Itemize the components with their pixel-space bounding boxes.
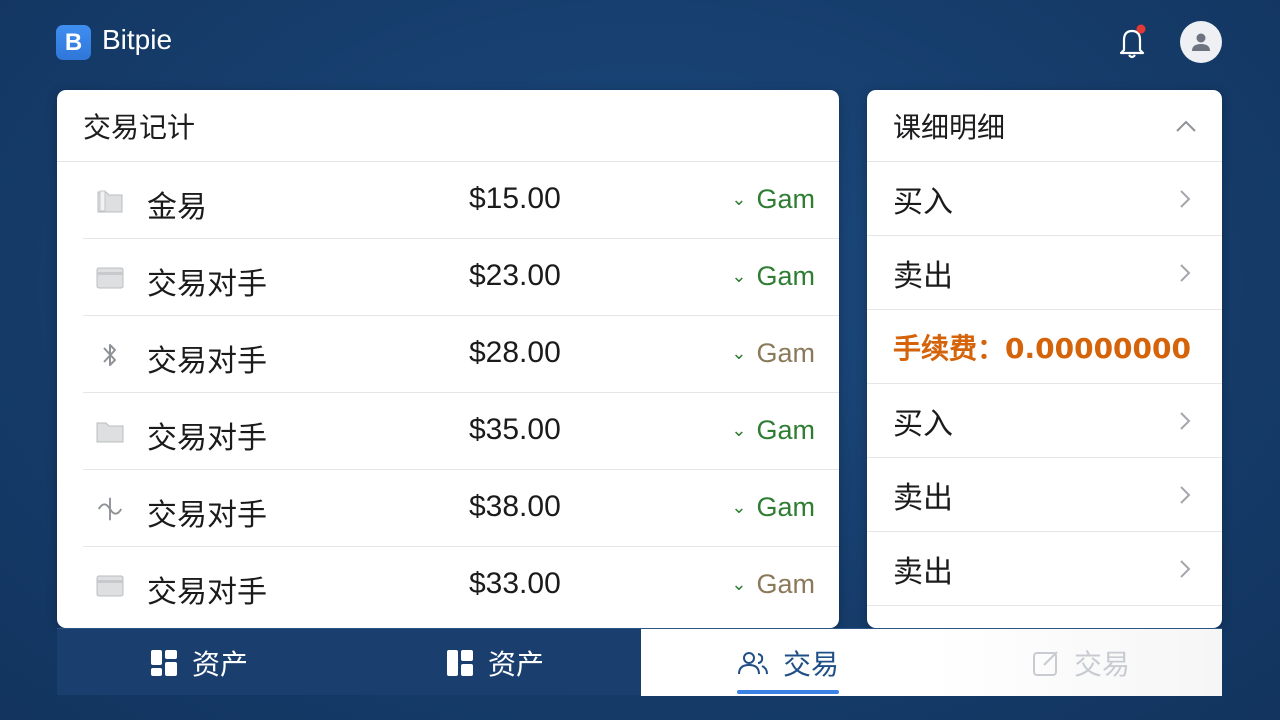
status-label: Gam	[756, 492, 815, 522]
user-avatar-icon[interactable]	[1180, 21, 1222, 63]
fee-row: 手续费：0.00000000	[867, 310, 1222, 384]
transaction-row[interactable]: 金易 $15.00 ⌄ Gam	[83, 162, 839, 239]
detail-row-sell[interactable]: 卖出	[867, 532, 1222, 606]
folder-icon	[95, 186, 125, 216]
chevron-down-icon: ⌄	[731, 189, 747, 209]
chevron-right-icon	[1180, 560, 1191, 578]
chevron-down-icon: ⌄	[731, 266, 747, 286]
status-label: Gam	[756, 338, 815, 368]
app-title: Bitpie	[102, 24, 173, 55]
bottom-nav: 资产 资产 交易 交易	[57, 628, 1222, 696]
bell-icon[interactable]	[1116, 24, 1148, 60]
chevron-down-icon: ⌄	[731, 343, 747, 363]
layout-icon	[447, 649, 473, 676]
transaction-status[interactable]: ⌄ Gam	[731, 415, 815, 446]
chevron-down-icon: ⌄	[731, 420, 747, 440]
top-bar: B Bitpie	[0, 0, 1280, 88]
counterparty-name: 交易对手	[147, 421, 267, 456]
detail-label: 卖出	[893, 480, 953, 516]
nav-trade-secondary[interactable]: 交易	[932, 629, 1222, 696]
transaction-row[interactable]: 交易对手 $35.00 ⌄ Gam	[83, 393, 839, 470]
chevron-down-icon: ⌄	[731, 497, 747, 517]
transactions-card: 交易记计 金易 $15.00 ⌄ Gam 交易对手 $23.00 ⌄ Gam 交…	[57, 90, 839, 628]
counterparty-name: 交易对手	[147, 267, 267, 302]
transaction-row[interactable]: 交易对手 $33.00 ⌄ Gam	[83, 547, 839, 624]
status-label: Gam	[756, 184, 815, 214]
detail-row-buy[interactable]: 买入	[867, 384, 1222, 458]
transaction-status[interactable]: ⌄ Gam	[731, 261, 815, 292]
users-icon	[738, 651, 768, 674]
transaction-status[interactable]: ⌄ Gam	[731, 184, 815, 215]
nav-assets[interactable]: 资产	[150, 629, 248, 696]
transaction-amount: $15.00	[469, 182, 561, 215]
active-tab-indicator	[737, 690, 839, 694]
nav-trade-active[interactable]: 交易	[641, 629, 932, 696]
nav-label: 交易	[1074, 647, 1131, 681]
app-logo[interactable]: B	[56, 25, 91, 60]
chevron-right-icon	[1180, 190, 1191, 208]
antenna-icon	[95, 494, 125, 524]
logo-letter: B	[64, 28, 83, 56]
transaction-amount: $28.00	[469, 336, 561, 369]
counterparty-name: 交易对手	[147, 344, 267, 379]
nav-label: 资产	[488, 647, 545, 681]
transactions-title: 交易记计	[57, 90, 839, 162]
transaction-amount: $23.00	[469, 259, 561, 292]
nav-label: 资产	[192, 647, 249, 681]
transaction-row[interactable]: 交易对手 $23.00 ⌄ Gam	[83, 239, 839, 316]
edit-icon	[1033, 650, 1058, 676]
status-label: Gam	[756, 261, 815, 291]
nav-label: 交易	[783, 647, 840, 681]
detail-row-sell[interactable]: 卖出	[867, 236, 1222, 310]
folder-icon	[95, 417, 125, 447]
transaction-status[interactable]: ⌄ Gam	[731, 569, 815, 600]
bluetooth-icon	[95, 340, 125, 370]
details-title: 课细明细	[893, 110, 1006, 144]
card-icon	[95, 571, 125, 601]
counterparty-name: 交易对手	[147, 498, 267, 533]
transaction-amount: $38.00	[469, 490, 561, 523]
details-card: 课细明细 买入 卖出 手续费：0.00000000 买入 卖出 卖出	[867, 90, 1222, 628]
transaction-status[interactable]: ⌄ Gam	[731, 338, 815, 369]
status-label: Gam	[756, 415, 815, 445]
counterparty-name: 金易	[147, 190, 207, 225]
counterparty-name: 交易对手	[147, 575, 267, 610]
fee-label: 手续费：0.00000000	[893, 331, 1191, 365]
detail-label: 卖出	[893, 554, 953, 590]
chevron-right-icon	[1180, 486, 1191, 504]
detail-row-buy[interactable]: 买入	[867, 162, 1222, 236]
transaction-status[interactable]: ⌄ Gam	[731, 492, 815, 523]
transaction-amount: $33.00	[469, 567, 561, 600]
transaction-row[interactable]: 交易对手 $38.00 ⌄ Gam	[83, 470, 839, 547]
transaction-row[interactable]: 交易对手 $28.00 ⌄ Gam	[83, 316, 839, 393]
chevron-up-icon[interactable]	[1174, 114, 1198, 138]
notification-dot	[1136, 24, 1146, 34]
chevron-right-icon	[1180, 264, 1191, 282]
dashboard-icon	[151, 649, 177, 676]
detail-row-sell[interactable]: 卖出	[867, 458, 1222, 532]
details-header[interactable]: 课细明细	[867, 90, 1222, 162]
chevron-down-icon: ⌄	[731, 574, 747, 594]
detail-label: 买入	[893, 184, 953, 220]
card-icon	[95, 263, 125, 293]
transaction-amount: $35.00	[469, 413, 561, 446]
detail-label: 买入	[893, 406, 953, 442]
chevron-right-icon	[1180, 412, 1191, 430]
detail-label: 卖出	[893, 258, 953, 294]
nav-assets-secondary[interactable]: 资产	[446, 629, 544, 696]
status-label: Gam	[756, 569, 815, 599]
